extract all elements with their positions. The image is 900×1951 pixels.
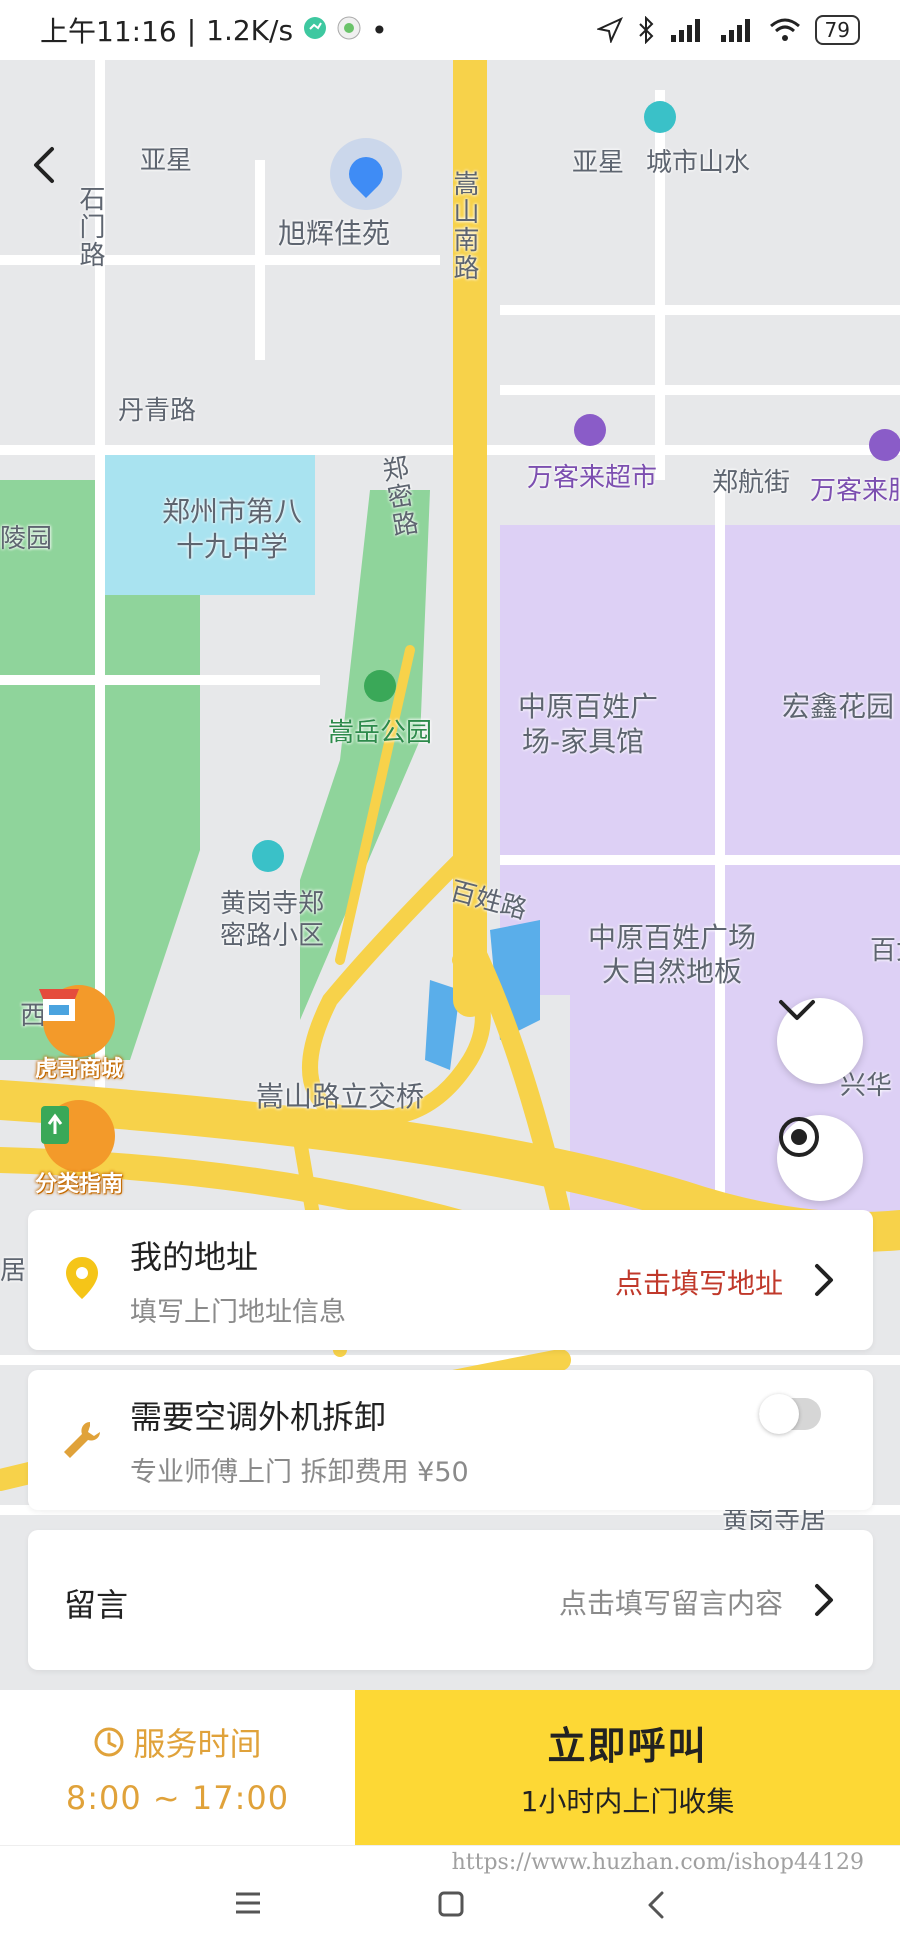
call-now-button[interactable]: 立即呼叫 1小时内上门收集: [355, 1690, 900, 1845]
service-time-label: 服务时间: [133, 1724, 262, 1763]
app-notification-icon-2: [337, 14, 361, 47]
chevron-left-icon: [34, 147, 54, 183]
watermark: https://www.huzhan.com/ishop44129: [451, 1850, 864, 1875]
map-label-zhongyuan-furniture-2: 场-家具馆: [522, 725, 645, 758]
status-right: 79: [596, 15, 860, 45]
ac-removal-card: 需要空调外机拆卸 专业师傅上门 拆卸费用 ¥50: [28, 1370, 873, 1510]
map-label-songshan-interchange: 嵩山路立交桥: [256, 1080, 425, 1113]
recycle-bin-icon: [41, 1100, 115, 1172]
service-hours: 8:00 ~ 17:00: [65, 1778, 290, 1817]
map-label-yaxing: 亚星: [140, 146, 193, 176]
fill-address-link[interactable]: 点击填写地址: [615, 1262, 783, 1302]
address-card[interactable]: 我的地址 填写上门地址信息 点击填写地址: [28, 1210, 873, 1350]
map-label-shimen-road: 石门路: [75, 185, 105, 269]
wifi-icon: [769, 18, 800, 41]
status-left: 上午11:16 | 1.2K/s •: [40, 10, 388, 50]
message-placeholder[interactable]: 点击填写留言内容: [559, 1582, 783, 1622]
location-arrow-icon: [596, 17, 623, 43]
ac-title: 需要空调外机拆卸: [130, 1398, 387, 1436]
map-label-hongxin-garden: 宏鑫花园: [782, 690, 895, 723]
guide-badge-label: 分类指南: [35, 1172, 124, 1197]
location-marker-icon: [66, 1257, 98, 1299]
address-title: 我的地址: [130, 1238, 259, 1276]
map-label-songshan-south-road: 嵩山南路: [449, 170, 479, 282]
locate-me-button[interactable]: [777, 1115, 863, 1201]
signal-icon: [670, 19, 700, 42]
map-label-ling-garden: 陵园: [0, 524, 53, 554]
map-label-huanggangsi-2: 密路小区: [220, 921, 325, 951]
call-now-sublabel: 1小时内上门收集: [520, 1785, 735, 1818]
message-card[interactable]: 留言 点击填写留言内容: [28, 1530, 873, 1670]
menu-icon[interactable]: [234, 1891, 262, 1915]
locate-target-icon: [779, 1117, 819, 1157]
map-label-yaxing-right: 亚星: [572, 148, 625, 178]
signal-icon-2: [720, 19, 750, 42]
map-label-wankelai-right: 万客来服: [810, 476, 900, 506]
shop-icon: [39, 985, 115, 1057]
map-label-zhongyuan-furniture-1: 中原百姓广: [518, 690, 659, 723]
shop-badge[interactable]: 虎哥商城: [35, 985, 123, 1083]
map-label-zhenghang-street: 郑航街: [712, 468, 791, 498]
ac-removal-toggle[interactable]: [759, 1394, 821, 1434]
home-square-icon[interactable]: [438, 1891, 464, 1917]
map-label-wankelai-supermarket: 万客来超市: [527, 463, 658, 493]
message-title: 留言: [64, 1586, 129, 1624]
wrench-icon: [64, 1422, 100, 1458]
map-label-school-line2: 十九中学: [176, 530, 289, 563]
clock-icon: [94, 1727, 124, 1756]
service-time-label-row: 服务时间: [93, 1719, 262, 1765]
call-now-label: 立即呼叫: [547, 1724, 708, 1768]
battery-level: 79: [814, 15, 860, 45]
guide-badge[interactable]: 分类指南: [35, 1100, 123, 1198]
status-time: 上午11:16: [40, 15, 177, 48]
ac-subtitle: 专业师傅上门 拆卸费用 ¥50: [130, 1457, 469, 1488]
map-label-school-line1: 郑州市第八: [162, 495, 303, 528]
service-time: 服务时间 8:00 ~ 17:00: [0, 1690, 355, 1845]
map-label-bai-right: 百女: [870, 936, 900, 966]
dot-icon: •: [371, 13, 388, 47]
map-label-zhongyuan-floor-2: 大自然地板: [602, 955, 743, 988]
chevron-right-icon: [815, 1584, 833, 1616]
map-label-danqing-road: 丹青路: [118, 396, 197, 426]
back-nav-icon[interactable]: [646, 1891, 666, 1919]
location-pin: [330, 138, 402, 210]
app-notification-icon: [303, 14, 327, 47]
bottom-action-bar: 服务时间 8:00 ~ 17:00 立即呼叫 1小时内上门收集: [0, 1690, 900, 1845]
toggle-knob: [759, 1394, 799, 1434]
status-speed: 1.2K/s: [206, 13, 294, 47]
chevron-down-icon: [779, 1000, 815, 1020]
bluetooth-icon: [638, 16, 653, 44]
shop-badge-label: 虎哥商城: [35, 1057, 124, 1082]
collapse-button[interactable]: [777, 998, 863, 1084]
map-label-songyue-park: 嵩岳公园: [328, 718, 433, 748]
map-label-chengshi-shanshui: 城市山水: [646, 148, 751, 178]
map-label-ju: 居: [0, 1256, 27, 1286]
back-button[interactable]: [30, 145, 70, 185]
status-divider: |: [186, 13, 197, 47]
chevron-right-icon: [815, 1264, 833, 1296]
pin-icon: [341, 149, 391, 199]
map-label-xuhui-jiayuan: 旭辉佳苑: [278, 217, 391, 250]
address-subtitle: 填写上门地址信息: [130, 1297, 346, 1328]
system-nav-bar: https://www.huzhan.com/ishop44129: [0, 1845, 900, 1951]
status-bar: 上午11:16 | 1.2K/s • 79: [0, 0, 900, 60]
